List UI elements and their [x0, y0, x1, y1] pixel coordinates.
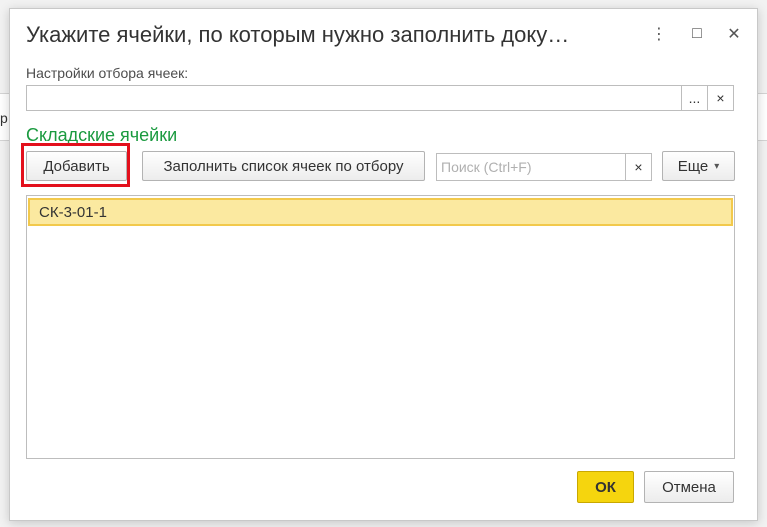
more-button[interactable]: Еще ▾: [662, 151, 735, 181]
select-settings-button[interactable]: ...: [681, 85, 708, 111]
ok-button[interactable]: ОК: [577, 471, 634, 503]
more-menu-icon[interactable]: ⋮: [646, 21, 672, 47]
add-button-highlight: [21, 143, 130, 187]
list-item[interactable]: СК-3-01-1: [28, 198, 733, 226]
search-input[interactable]: [436, 153, 626, 181]
more-button-label: Еще: [677, 157, 709, 175]
cells-list[interactable]: СК-3-01-1: [26, 195, 735, 459]
dialog-title: Укажите ячейки, по которым нужно заполни…: [26, 22, 570, 47]
cancel-button[interactable]: Отмена: [644, 471, 734, 503]
select-cells-dialog: Укажите ячейки, по которым нужно заполни…: [9, 8, 758, 521]
clear-settings-button[interactable]: ×: [707, 85, 734, 111]
search-clear-button[interactable]: ×: [625, 153, 652, 181]
maximize-icon[interactable]: □: [684, 21, 710, 47]
chevron-down-icon: ▾: [714, 160, 720, 172]
background-text-fragment: р: [0, 110, 8, 126]
settings-label: Настройки отбора ячеек:: [26, 65, 189, 81]
fill-by-filter-button[interactable]: Заполнить список ячеек по отбору: [142, 151, 425, 181]
close-icon[interactable]: ✕: [721, 21, 747, 47]
cell-filter-settings-field[interactable]: [26, 85, 682, 111]
